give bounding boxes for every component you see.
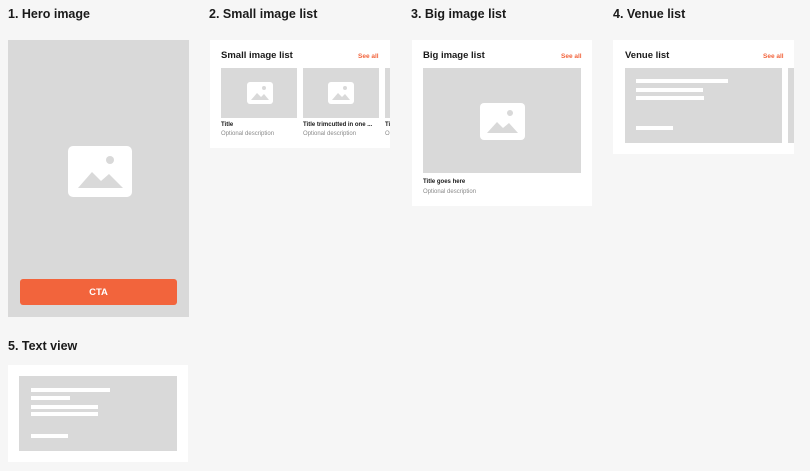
- text-line-placeholder: [31, 396, 70, 400]
- thumbnail[interactable]: [303, 68, 379, 118]
- image-icon: [68, 146, 132, 197]
- see-all-link[interactable]: See all: [561, 53, 582, 60]
- text-line-placeholder: [31, 434, 68, 438]
- hero-image: [8, 40, 189, 317]
- item-description: Optional description: [221, 131, 275, 137]
- item-title: Title goes here: [423, 179, 466, 185]
- text-line-placeholder: [636, 126, 673, 130]
- image-icon: [328, 82, 354, 104]
- section-heading-venue-list: 4. Venue list: [613, 7, 686, 21]
- text-block: [19, 376, 177, 451]
- image-icon: [480, 103, 525, 140]
- section-heading-hero: 1. Hero image: [8, 7, 90, 21]
- small-image-list-card: Small image list See all Title Optional …: [210, 40, 390, 148]
- item-description: Optional description: [423, 189, 477, 195]
- item-title: Title trimcutted in one ...: [303, 122, 373, 128]
- thumbnail[interactable]: [385, 68, 390, 118]
- big-image[interactable]: [423, 68, 581, 173]
- item-title: Title: [221, 122, 234, 128]
- venue-card[interactable]: [788, 68, 794, 143]
- item-title: Ti: [385, 122, 390, 128]
- big-image-list-card: Big image list See all Title goes here O…: [412, 40, 592, 206]
- text-line-placeholder: [31, 388, 110, 392]
- section-heading-small-list: 2. Small image list: [209, 7, 318, 21]
- text-line-placeholder: [31, 405, 98, 409]
- text-line-placeholder: [31, 412, 98, 416]
- see-all-link[interactable]: See all: [358, 53, 379, 60]
- thumbnail[interactable]: [221, 68, 297, 118]
- text-view-card: [8, 365, 188, 462]
- image-icon: [247, 82, 273, 104]
- section-heading-big-list: 3. Big image list: [411, 7, 507, 21]
- item-description: Op: [385, 131, 390, 137]
- see-all-link[interactable]: See all: [763, 53, 784, 60]
- venue-list-title: Venue list: [625, 50, 670, 61]
- item-description: Optional description: [303, 131, 357, 137]
- section-heading-text-view: 5. Text view: [8, 339, 78, 353]
- text-line-placeholder: [636, 79, 728, 83]
- text-line-placeholder: [636, 96, 704, 100]
- cta-button[interactable]: CTA: [20, 279, 177, 305]
- big-image-list-title: Big image list: [423, 50, 485, 61]
- small-image-list-title: Small image list: [221, 50, 293, 61]
- venue-card[interactable]: [625, 68, 782, 143]
- text-line-placeholder: [636, 88, 703, 92]
- venue-list-card: Venue list See all: [613, 40, 794, 154]
